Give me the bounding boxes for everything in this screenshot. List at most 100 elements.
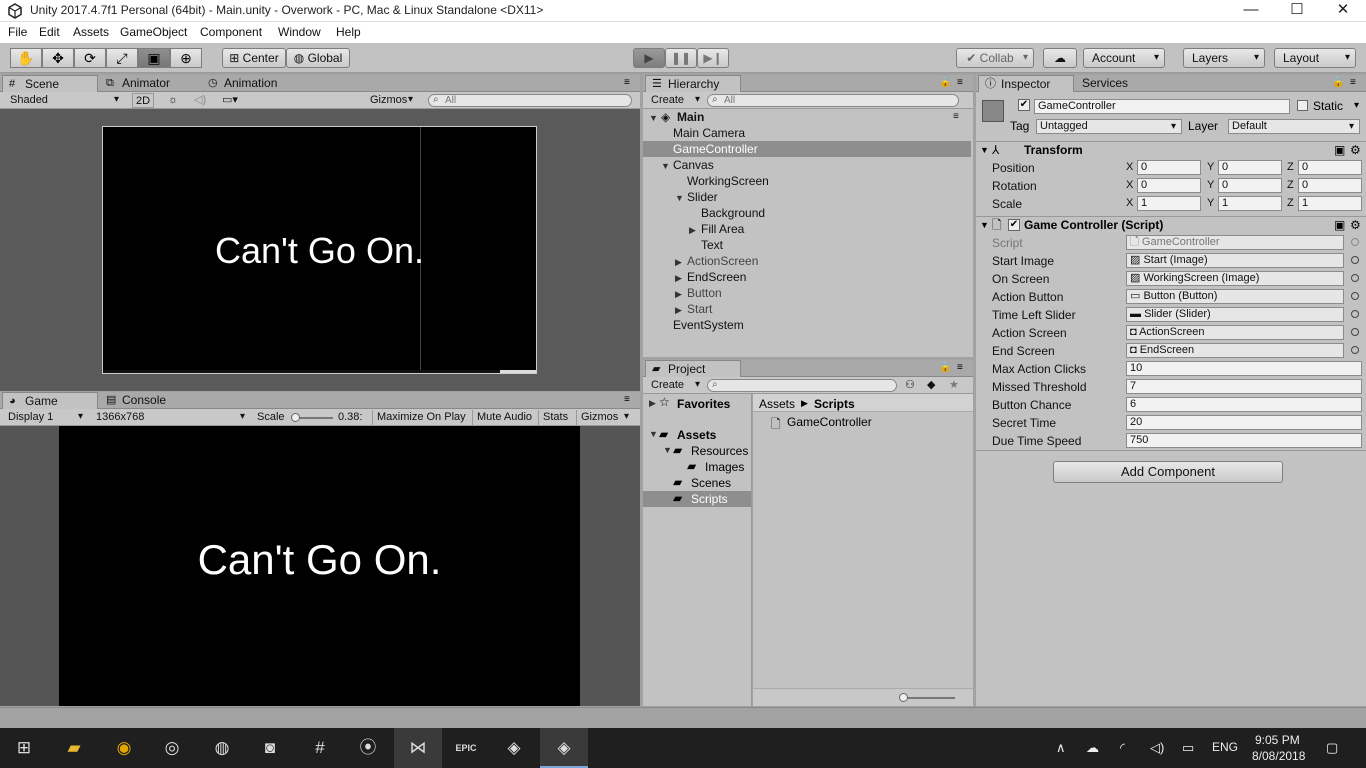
hierarchy-create-button[interactable]: Create (651, 93, 705, 108)
maximize-button[interactable]: ☐ (1274, 0, 1320, 22)
secret-time-input[interactable]: 20 (1126, 415, 1362, 430)
script-component-header[interactable]: ▼ 🗋 ✔ Game Controller (Script) ▣ ⚙ (976, 216, 1366, 234)
settings-gear-icon[interactable]: ⚙ (1350, 142, 1361, 158)
step-button[interactable]: ▶❙ (697, 48, 729, 68)
game-view[interactable]: Can't Go On. (0, 426, 640, 706)
scene-gizmos-dropdown[interactable]: Gizmos (370, 93, 418, 108)
rotation-y-input[interactable]: 0 (1218, 178, 1282, 193)
chrome-icon[interactable]: ◉ (112, 736, 136, 760)
filter-type-icon[interactable]: ⚇ (905, 378, 915, 393)
scale-y-input[interactable]: 1 (1218, 196, 1282, 211)
object-name-input[interactable]: GameController (1034, 99, 1290, 114)
expand-arrow-icon[interactable]: ▼ (675, 190, 684, 206)
rotation-x-input[interactable]: 0 (1137, 178, 1201, 193)
scene-menu-icon[interactable]: ≡ (953, 109, 959, 125)
position-x-input[interactable]: 0 (1137, 160, 1201, 175)
active-checkbox[interactable]: ✔ (1018, 99, 1030, 111)
scale-z-input[interactable]: 1 (1298, 196, 1362, 211)
hierarchy-item[interactable]: ▶ EndScreen (643, 269, 971, 285)
visual-studio-taskbar-item[interactable]: ⋈ (394, 728, 442, 768)
maximize-on-play-toggle[interactable]: Maximize On Play (372, 410, 466, 425)
help-book-icon[interactable]: ▣ (1334, 217, 1345, 233)
audio-toggle-icon[interactable]: ◁) (194, 93, 206, 108)
lock-icon[interactable]: 🔒 (939, 77, 951, 88)
static-dropdown-icon[interactable]: ▾ (1354, 100, 1359, 111)
hierarchy-item[interactable]: ▶ Fill Area (643, 221, 971, 237)
game-gizmos-dropdown[interactable]: Gizmos (576, 410, 634, 425)
collapse-arrow-icon[interactable]: ▶ (675, 254, 682, 270)
menu-gameobject[interactable]: GameObject (120, 25, 187, 39)
pause-button[interactable]: ❚❚ (665, 48, 697, 68)
unity-hub-icon[interactable]: ◈ (502, 736, 526, 760)
collapse-arrow-icon[interactable]: ▶ (675, 302, 682, 318)
position-y-input[interactable]: 0 (1218, 160, 1282, 175)
menu-help[interactable]: Help (336, 25, 361, 39)
panel-menu-icon[interactable]: ≡ (1350, 77, 1356, 88)
transform-header[interactable]: ▼ ⅄ Transform ▣ ⚙ (976, 141, 1366, 159)
layout-dropdown[interactable]: Layout (1274, 48, 1356, 68)
action-screen-field[interactable]: ◘ ActionScreen (1126, 325, 1344, 340)
slack-icon[interactable]: # (308, 736, 332, 760)
menu-file[interactable]: File (8, 25, 27, 39)
minimize-button[interactable]: — (1228, 0, 1274, 22)
static-checkbox[interactable] (1297, 100, 1308, 111)
mute-audio-toggle[interactable]: Mute Audio (472, 410, 532, 425)
resolution-dropdown[interactable]: 1366x768 (96, 410, 250, 425)
effects-toggle-icon[interactable]: ▭▾ (222, 93, 238, 108)
object-picker-icon[interactable] (1351, 274, 1359, 282)
scripts-folder-selected[interactable]: ▰ Scripts (643, 491, 751, 507)
menu-assets[interactable]: Assets (73, 25, 109, 39)
tab-game[interactable]: ◕ Game (2, 392, 98, 409)
hierarchy-search-input[interactable]: All (707, 94, 959, 107)
expand-arrow-icon[interactable]: ▼ (661, 158, 670, 174)
rotation-z-input[interactable]: 0 (1298, 178, 1362, 193)
rotate-tool-icon[interactable]: ⟳ (74, 48, 106, 68)
panel-menu-icon[interactable]: ≡ (624, 77, 630, 88)
hierarchy-item[interactable]: Text (643, 237, 971, 253)
scene-search-input[interactable]: All (428, 94, 632, 107)
tab-animator[interactable]: ⧉ Animator (100, 75, 200, 92)
due-time-speed-input[interactable]: 750 (1126, 433, 1362, 448)
game-canvas[interactable]: Can't Go On. (59, 426, 580, 706)
account-dropdown[interactable]: Account (1083, 48, 1165, 68)
layers-dropdown[interactable]: Layers (1183, 48, 1265, 68)
scale-tool-icon[interactable]: ⤢ (106, 48, 138, 68)
scale-slider-handle[interactable] (291, 413, 300, 422)
breadcrumb-assets[interactable]: Assets (759, 397, 795, 411)
scene-root-item[interactable]: ▼ ◈ Main ≡ (643, 109, 971, 125)
scenes-folder[interactable]: Scenes (691, 476, 731, 490)
file-explorer-icon[interactable]: ▰ (62, 736, 86, 760)
tab-project[interactable]: ▰ Project (645, 360, 741, 377)
hierarchy-item[interactable]: ▼ Slider (643, 189, 971, 205)
menu-edit[interactable]: Edit (39, 25, 60, 39)
collapse-arrow-icon[interactable]: ▶ (675, 270, 682, 286)
stats-toggle[interactable]: Stats (538, 410, 568, 425)
onedrive-cloud-icon[interactable]: ☁ (1086, 740, 1099, 756)
layer-dropdown[interactable]: Default (1228, 119, 1360, 134)
filter-label-icon[interactable]: ◆ (927, 378, 935, 393)
resources-folder[interactable]: Resources (691, 444, 748, 458)
object-picker-icon[interactable] (1351, 310, 1359, 318)
favorite-star-icon[interactable]: ★ (949, 378, 959, 393)
tab-hierarchy[interactable]: ☰ Hierarchy (645, 75, 741, 92)
hierarchy-item-selected[interactable]: GameController (643, 141, 971, 157)
collapse-arrow-icon[interactable]: ▶ (649, 398, 656, 409)
move-tool-icon[interactable]: ✥ (42, 48, 74, 68)
expand-arrow-icon[interactable]: ▼ (649, 110, 658, 126)
hierarchy-item[interactable]: Main Camera (643, 125, 971, 141)
clock-date[interactable]: 8/08/2018 (1252, 749, 1305, 763)
clock-time[interactable]: 9:05 PM (1255, 733, 1300, 747)
file-gamecontroller[interactable]: GameController (787, 415, 872, 429)
hierarchy-item[interactable]: ▶ ActionScreen (643, 253, 971, 269)
tag-dropdown[interactable]: Untagged (1036, 119, 1182, 134)
tab-animation[interactable]: ◷ Animation (202, 75, 302, 92)
expand-arrow-icon[interactable]: ▼ (663, 445, 672, 455)
tab-scene[interactable]: # Scene (2, 75, 98, 92)
lighting-toggle-icon[interactable]: ☼ (168, 93, 178, 108)
images-folder[interactable]: Images (705, 460, 744, 474)
panel-menu-icon[interactable]: ≡ (957, 362, 963, 373)
object-picker-icon[interactable] (1351, 292, 1359, 300)
hierarchy-item[interactable]: ▼ Canvas (643, 157, 971, 173)
scene-view[interactable]: Can't Go On. (0, 109, 640, 391)
hierarchy-item[interactable]: ▶ Button (643, 285, 971, 301)
